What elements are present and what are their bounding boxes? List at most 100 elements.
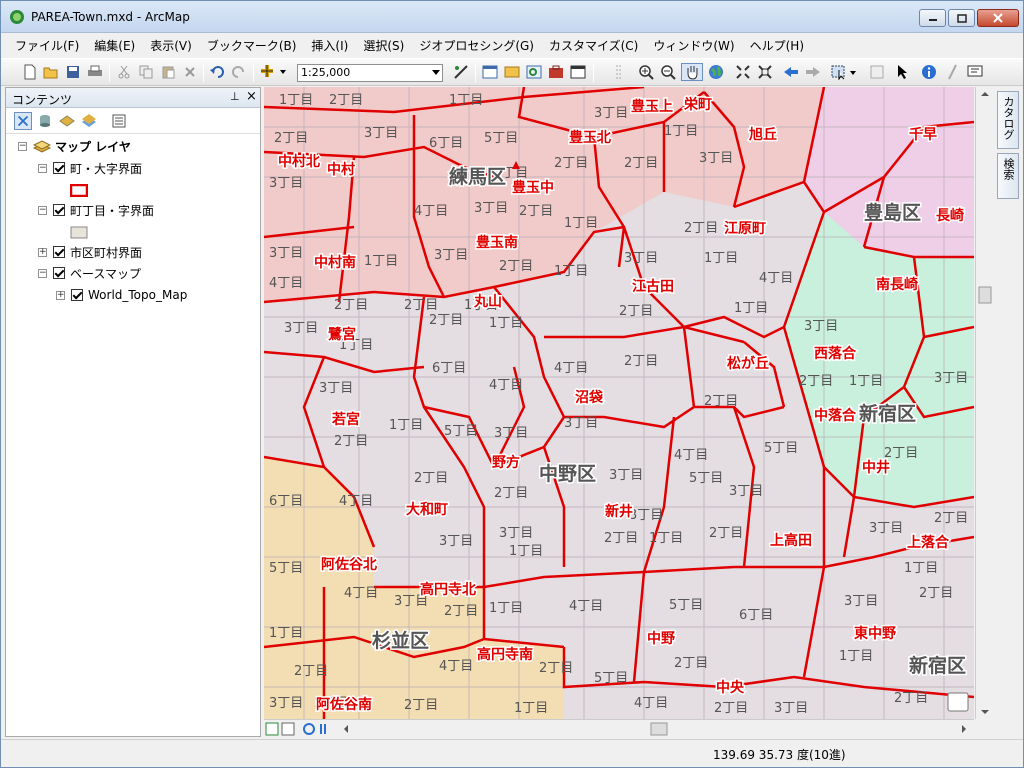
redo-icon[interactable] [230,63,248,81]
fixed-zoom-out-icon[interactable] [756,63,774,81]
svg-text:4丁目: 4丁目 [554,361,588,376]
fixed-zoom-in-icon[interactable] [734,63,752,81]
list-by-visibility-icon[interactable] [58,112,76,130]
vscroll-thumb[interactable] [978,286,992,304]
menu-windows[interactable]: ウィンドウ(W) [653,37,734,54]
vertical-scrollbar[interactable] [975,87,993,719]
hyperlink-icon[interactable] [943,63,961,81]
collapse-icon[interactable]: − [38,205,47,215]
layout-view-icon[interactable] [281,722,295,736]
list-by-selection-icon[interactable] [80,112,98,130]
menu-customize[interactable]: カスタマイズ(C) [549,37,638,54]
layer-world-topo[interactable]: + World_Topo_Map [56,286,187,304]
scroll-right-icon[interactable] [962,725,966,733]
svg-text:1丁目: 1丁目 [839,649,873,664]
add-data-icon[interactable] [259,63,289,81]
svg-text:上高田: 上高田 [770,532,812,549]
new-icon[interactable] [21,63,39,81]
toolbox-icon[interactable] [547,63,565,81]
maximize-button[interactable] [948,9,975,27]
expand-icon[interactable]: + [56,290,65,300]
pan-icon[interactable] [681,63,703,81]
table-icon[interactable] [481,63,499,81]
svg-text:2丁目: 2丁目 [444,604,478,619]
map-scale-select[interactable]: 1:25,000 [297,64,443,82]
menu-selection[interactable]: 選択(S) [363,37,404,54]
refresh-icon[interactable] [303,723,315,735]
checkbox-icon[interactable] [71,289,83,301]
expand-icon[interactable]: + [38,247,47,257]
menu-bookmarks[interactable]: ブックマーク(B) [207,37,297,54]
open-icon[interactable] [42,63,60,81]
close-icon[interactable]: × [246,89,257,104]
svg-text:2丁目: 2丁目 [519,204,553,219]
print-icon[interactable] [86,63,104,81]
menu-help[interactable]: ヘルプ(H) [750,37,804,54]
layer-chome-boundary[interactable]: − 町丁目・字界面 [38,201,154,219]
map-layers-label: マップ レイヤ [55,139,131,154]
forward-extent-icon[interactable] [804,63,822,81]
python-window-icon[interactable] [569,63,587,81]
layer-town-boundary[interactable]: − 町・大字界面 [38,159,142,177]
data-view-icon[interactable] [265,722,279,736]
list-by-source-icon[interactable] [36,112,54,130]
scroll-thumb[interactable] [650,722,668,736]
svg-text:3丁目: 3丁目 [439,534,473,549]
map-overlay-icon[interactable] [947,692,969,712]
menu-view[interactable]: 表示(V) [150,37,192,54]
collapse-icon[interactable]: − [18,141,27,151]
layers-icon [33,140,51,153]
map-layers-node[interactable]: − マップ レイヤ [18,137,131,155]
menu-insert[interactable]: 挿入(I) [311,37,348,54]
layer-municipality-boundary[interactable]: + 市区町村界面 [38,243,142,261]
scroll-down-icon[interactable] [981,710,989,714]
checkbox-icon[interactable] [53,267,65,279]
globe-icon[interactable] [707,63,725,81]
checkbox-icon[interactable] [53,246,65,258]
select-features-icon[interactable] [830,63,858,81]
close-button[interactable] [977,9,1019,27]
collapse-icon[interactable]: − [38,163,47,173]
menu-edit[interactable]: 編集(E) [94,37,135,54]
list-by-drawing-order-icon[interactable] [14,112,32,130]
paste-icon[interactable] [159,63,177,81]
svg-text:1丁目: 1丁目 [489,601,523,616]
horizontal-scrollbar[interactable] [264,719,974,737]
back-extent-icon[interactable] [782,63,800,81]
menu-file[interactable]: ファイル(F) [15,37,79,54]
svg-text:2丁目: 2丁目 [604,531,638,546]
clear-selection-icon[interactable] [868,63,886,81]
svg-text:豊玉上: 豊玉上 [631,98,673,115]
collapse-icon[interactable]: − [38,268,47,278]
identify-icon[interactable] [920,63,938,81]
delete-icon[interactable] [181,63,199,81]
editor-icon[interactable] [452,63,470,81]
arcmap-window: PAREA-Town.mxd - ArcMap ファイル(F) 編集(E) 表示… [0,0,1024,768]
svg-text:2丁目: 2丁目 [494,486,528,501]
cut-icon[interactable] [115,63,133,81]
svg-text:3丁目: 3丁目 [319,381,353,396]
menu-geoprocessing[interactable]: ジオプロセシング(G) [419,37,534,54]
save-icon[interactable] [64,63,82,81]
zoom-in-icon[interactable] [637,63,655,81]
catalog-tab[interactable]: カタログ [997,91,1019,149]
select-icon[interactable] [894,63,912,81]
pause-icon[interactable] [320,724,326,734]
copy-icon[interactable] [137,63,155,81]
map-canvas[interactable]: 1丁目 2丁目 1丁目 2丁目 3丁目 6丁目 5丁目 3丁目 1丁目 3丁目 4丁目 2丁目 2丁… [264,87,974,719]
scroll-left-icon[interactable] [344,725,348,733]
svg-text:1丁目: 1丁目 [269,626,303,641]
zoom-out-icon[interactable] [659,63,677,81]
checkbox-icon[interactable] [53,204,65,216]
pin-icon[interactable]: ⊥ [230,90,240,103]
html-popup-icon[interactable] [966,63,984,81]
toc-options-icon[interactable] [110,112,128,130]
catalog-icon[interactable] [503,63,521,81]
layer-basemap[interactable]: − ベースマップ [38,264,141,282]
checkbox-icon[interactable] [53,162,65,174]
undo-icon[interactable] [208,63,226,81]
scroll-up-icon[interactable] [981,92,989,96]
minimize-button[interactable] [919,9,946,27]
search-window-icon[interactable] [525,63,543,81]
search-tab[interactable]: 検索 [997,153,1019,199]
